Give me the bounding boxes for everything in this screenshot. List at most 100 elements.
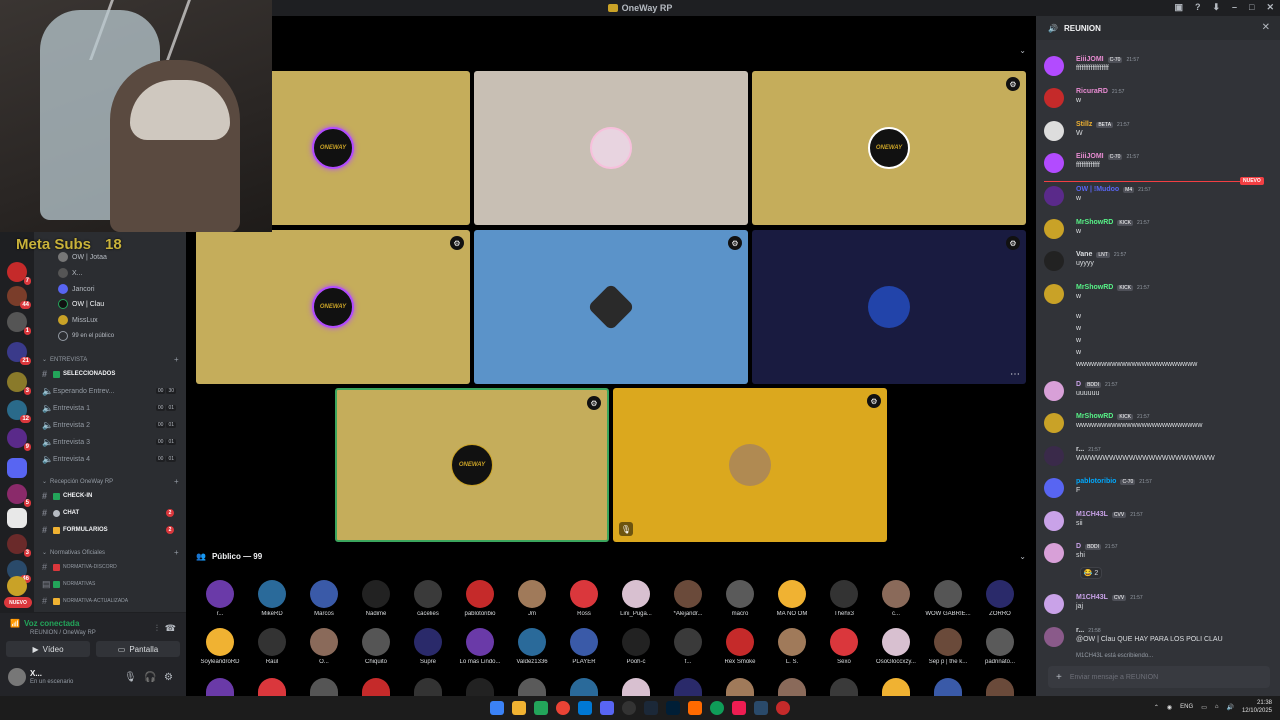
message-author[interactable]: MrShowRD <box>1076 413 1113 420</box>
username[interactable]: X... <box>30 669 42 678</box>
audience-member[interactable]: Supre <box>403 628 453 665</box>
help-icon[interactable]: ? <box>1195 2 1201 13</box>
message-author[interactable]: M1CH43L <box>1076 594 1108 601</box>
audience-member[interactable]: OsoGloccxzy... <box>871 628 921 665</box>
audience-member[interactable]: macro <box>715 580 765 617</box>
network-icon[interactable]: ⌂ <box>1215 704 1219 710</box>
audience-member[interactable] <box>715 678 765 696</box>
maximize-icon[interactable]: □ <box>1249 2 1254 13</box>
settings-gear-icon[interactable]: ⚙ <box>867 394 881 408</box>
settings-gear-icon[interactable]: ⚙ <box>587 396 601 410</box>
store-icon[interactable] <box>534 701 548 715</box>
app-icon[interactable] <box>754 701 768 715</box>
audience-member[interactable]: Pooh-c <box>611 628 661 665</box>
noise-suppression-icon[interactable]: ⫶ <box>156 623 158 634</box>
audience-member[interactable]: PLAYER <box>559 628 609 665</box>
audience-member[interactable]: f... <box>663 628 713 665</box>
audience-member[interactable]: Lo mas Lindo... <box>455 628 505 665</box>
settings-gear-icon[interactable]: ⚙ <box>164 672 173 683</box>
video-button[interactable]: ▶ Vídeo <box>6 641 90 657</box>
stage-speaker[interactable]: OW | Jotaa <box>58 252 107 262</box>
avatar[interactable] <box>1044 594 1064 614</box>
message-author[interactable]: EiiiJOMI <box>1076 56 1104 63</box>
settings-gear-icon[interactable]: ⚙ <box>1006 236 1020 250</box>
server-icon[interactable]: 5 <box>7 484 31 507</box>
audience-member[interactable] <box>923 678 973 696</box>
audience-member[interactable]: Thehx3 <box>819 580 869 617</box>
audience-member[interactable]: Sep p | the k... <box>923 628 973 665</box>
message-author[interactable]: OW | !Mudoo <box>1076 186 1119 193</box>
tiktok-icon[interactable] <box>732 701 746 715</box>
audience-member[interactable]: O... <box>299 628 349 665</box>
avatar[interactable] <box>1044 88 1064 108</box>
audience-member[interactable]: cacelies <box>403 580 453 617</box>
audience-member[interactable]: Lini_Puga... <box>611 580 661 617</box>
tray-icon[interactable]: ◉ <box>1167 704 1172 711</box>
server-icon[interactable] <box>7 458 27 478</box>
audience-member[interactable] <box>819 678 869 696</box>
server-icon-active[interactable] <box>7 508 27 528</box>
display-icon[interactable]: ▭ <box>1201 704 1207 711</box>
clock[interactable]: 21:38 12/10/2025 <box>1242 699 1272 715</box>
server-icon[interactable] <box>7 576 27 596</box>
audience-member[interactable] <box>247 678 297 696</box>
channel-normativas[interactable]: ▤ NORMATIVAS <box>42 577 182 591</box>
volume-icon[interactable]: 🔊 <box>1226 704 1233 711</box>
stage-speaker[interactable]: Jancori <box>58 284 95 294</box>
avatar[interactable] <box>1044 413 1064 433</box>
audience-member[interactable]: *Alejandr... <box>663 580 713 617</box>
avatar[interactable] <box>1044 478 1064 498</box>
audience-member[interactable]: MA NO OM <box>767 580 817 617</box>
message-author[interactable]: Vane <box>1076 251 1092 258</box>
channel-chat[interactable]: # CHAT 2 <box>42 506 182 520</box>
audience-member[interactable]: Marcos <box>299 580 349 617</box>
settings-gear-icon[interactable]: ⚙ <box>1006 77 1020 91</box>
avatar[interactable] <box>1044 121 1064 141</box>
channel-esperando[interactable]: 🔈 Esperando Entrev... 00 30 <box>42 384 182 398</box>
avatar[interactable] <box>1044 56 1064 76</box>
audience-member[interactable]: pablotoribio <box>455 580 505 617</box>
message-author[interactable]: M1CH43L <box>1076 511 1108 518</box>
stage-speaker[interactable]: MissLux <box>58 315 98 325</box>
avatar[interactable] <box>1044 153 1064 173</box>
message-author[interactable]: D <box>1076 381 1081 388</box>
language-indicator[interactable]: ENG <box>1180 704 1193 710</box>
discord-icon[interactable] <box>600 701 614 715</box>
avatar[interactable] <box>1044 627 1064 647</box>
audience-member[interactable]: Rex Smoke <box>715 628 765 665</box>
audience-member[interactable]: Nadime <box>351 580 401 617</box>
edge-icon[interactable] <box>710 701 724 715</box>
channel-entrevista-4[interactable]: 🔈 Entrevista 4 00 01 <box>42 452 182 466</box>
speaker-tile[interactable]: ONEWAY ⚙ <box>752 71 1026 225</box>
stage-speaker[interactable]: OW | Clau <box>58 299 104 309</box>
message-author[interactable]: pablotoribio <box>1076 478 1116 485</box>
audience-member[interactable] <box>507 678 557 696</box>
audience-member[interactable]: MikeRD <box>247 580 297 617</box>
disconnect-icon[interactable]: ☎ <box>165 623 176 634</box>
server-icon[interactable]: 44 <box>7 286 31 309</box>
obs-icon[interactable] <box>622 701 636 715</box>
server-icon[interactable]: 1 <box>7 312 31 335</box>
close-icon[interactable]: ✕ <box>1266 2 1274 13</box>
avatar[interactable] <box>1044 511 1064 531</box>
avatar[interactable] <box>1044 251 1064 271</box>
inbox-icon[interactable]: ▣ <box>1174 2 1183 13</box>
avatar[interactable] <box>1044 186 1064 206</box>
audience-member[interactable] <box>663 678 713 696</box>
server-icon[interactable]: 3 <box>7 534 31 557</box>
audience-header[interactable]: 👥 Público — 99 <box>196 552 262 561</box>
message-author[interactable]: r... <box>1076 627 1084 634</box>
avatar[interactable] <box>1044 446 1064 466</box>
channel-formularios[interactable]: # FORMULARIOS 2 <box>42 523 182 537</box>
audience-member[interactable]: c... <box>871 580 921 617</box>
audience-member[interactable] <box>559 678 609 696</box>
audience-member[interactable]: Raúl <box>247 628 297 665</box>
channel-normativa-discord[interactable]: # NORMATIVA-DISCORD <box>42 560 182 574</box>
avatar[interactable] <box>1044 543 1064 563</box>
channel-entrevista-2[interactable]: 🔈 Entrevista 2 00 01 <box>42 418 182 432</box>
avatar[interactable] <box>1044 219 1064 239</box>
chevron-down-icon[interactable]: ⌄ <box>1019 46 1026 55</box>
audience-member[interactable] <box>403 678 453 696</box>
category-entrevista[interactable]: ⌄ ENTREVISTA + <box>42 355 179 364</box>
app-icon[interactable] <box>776 701 790 715</box>
